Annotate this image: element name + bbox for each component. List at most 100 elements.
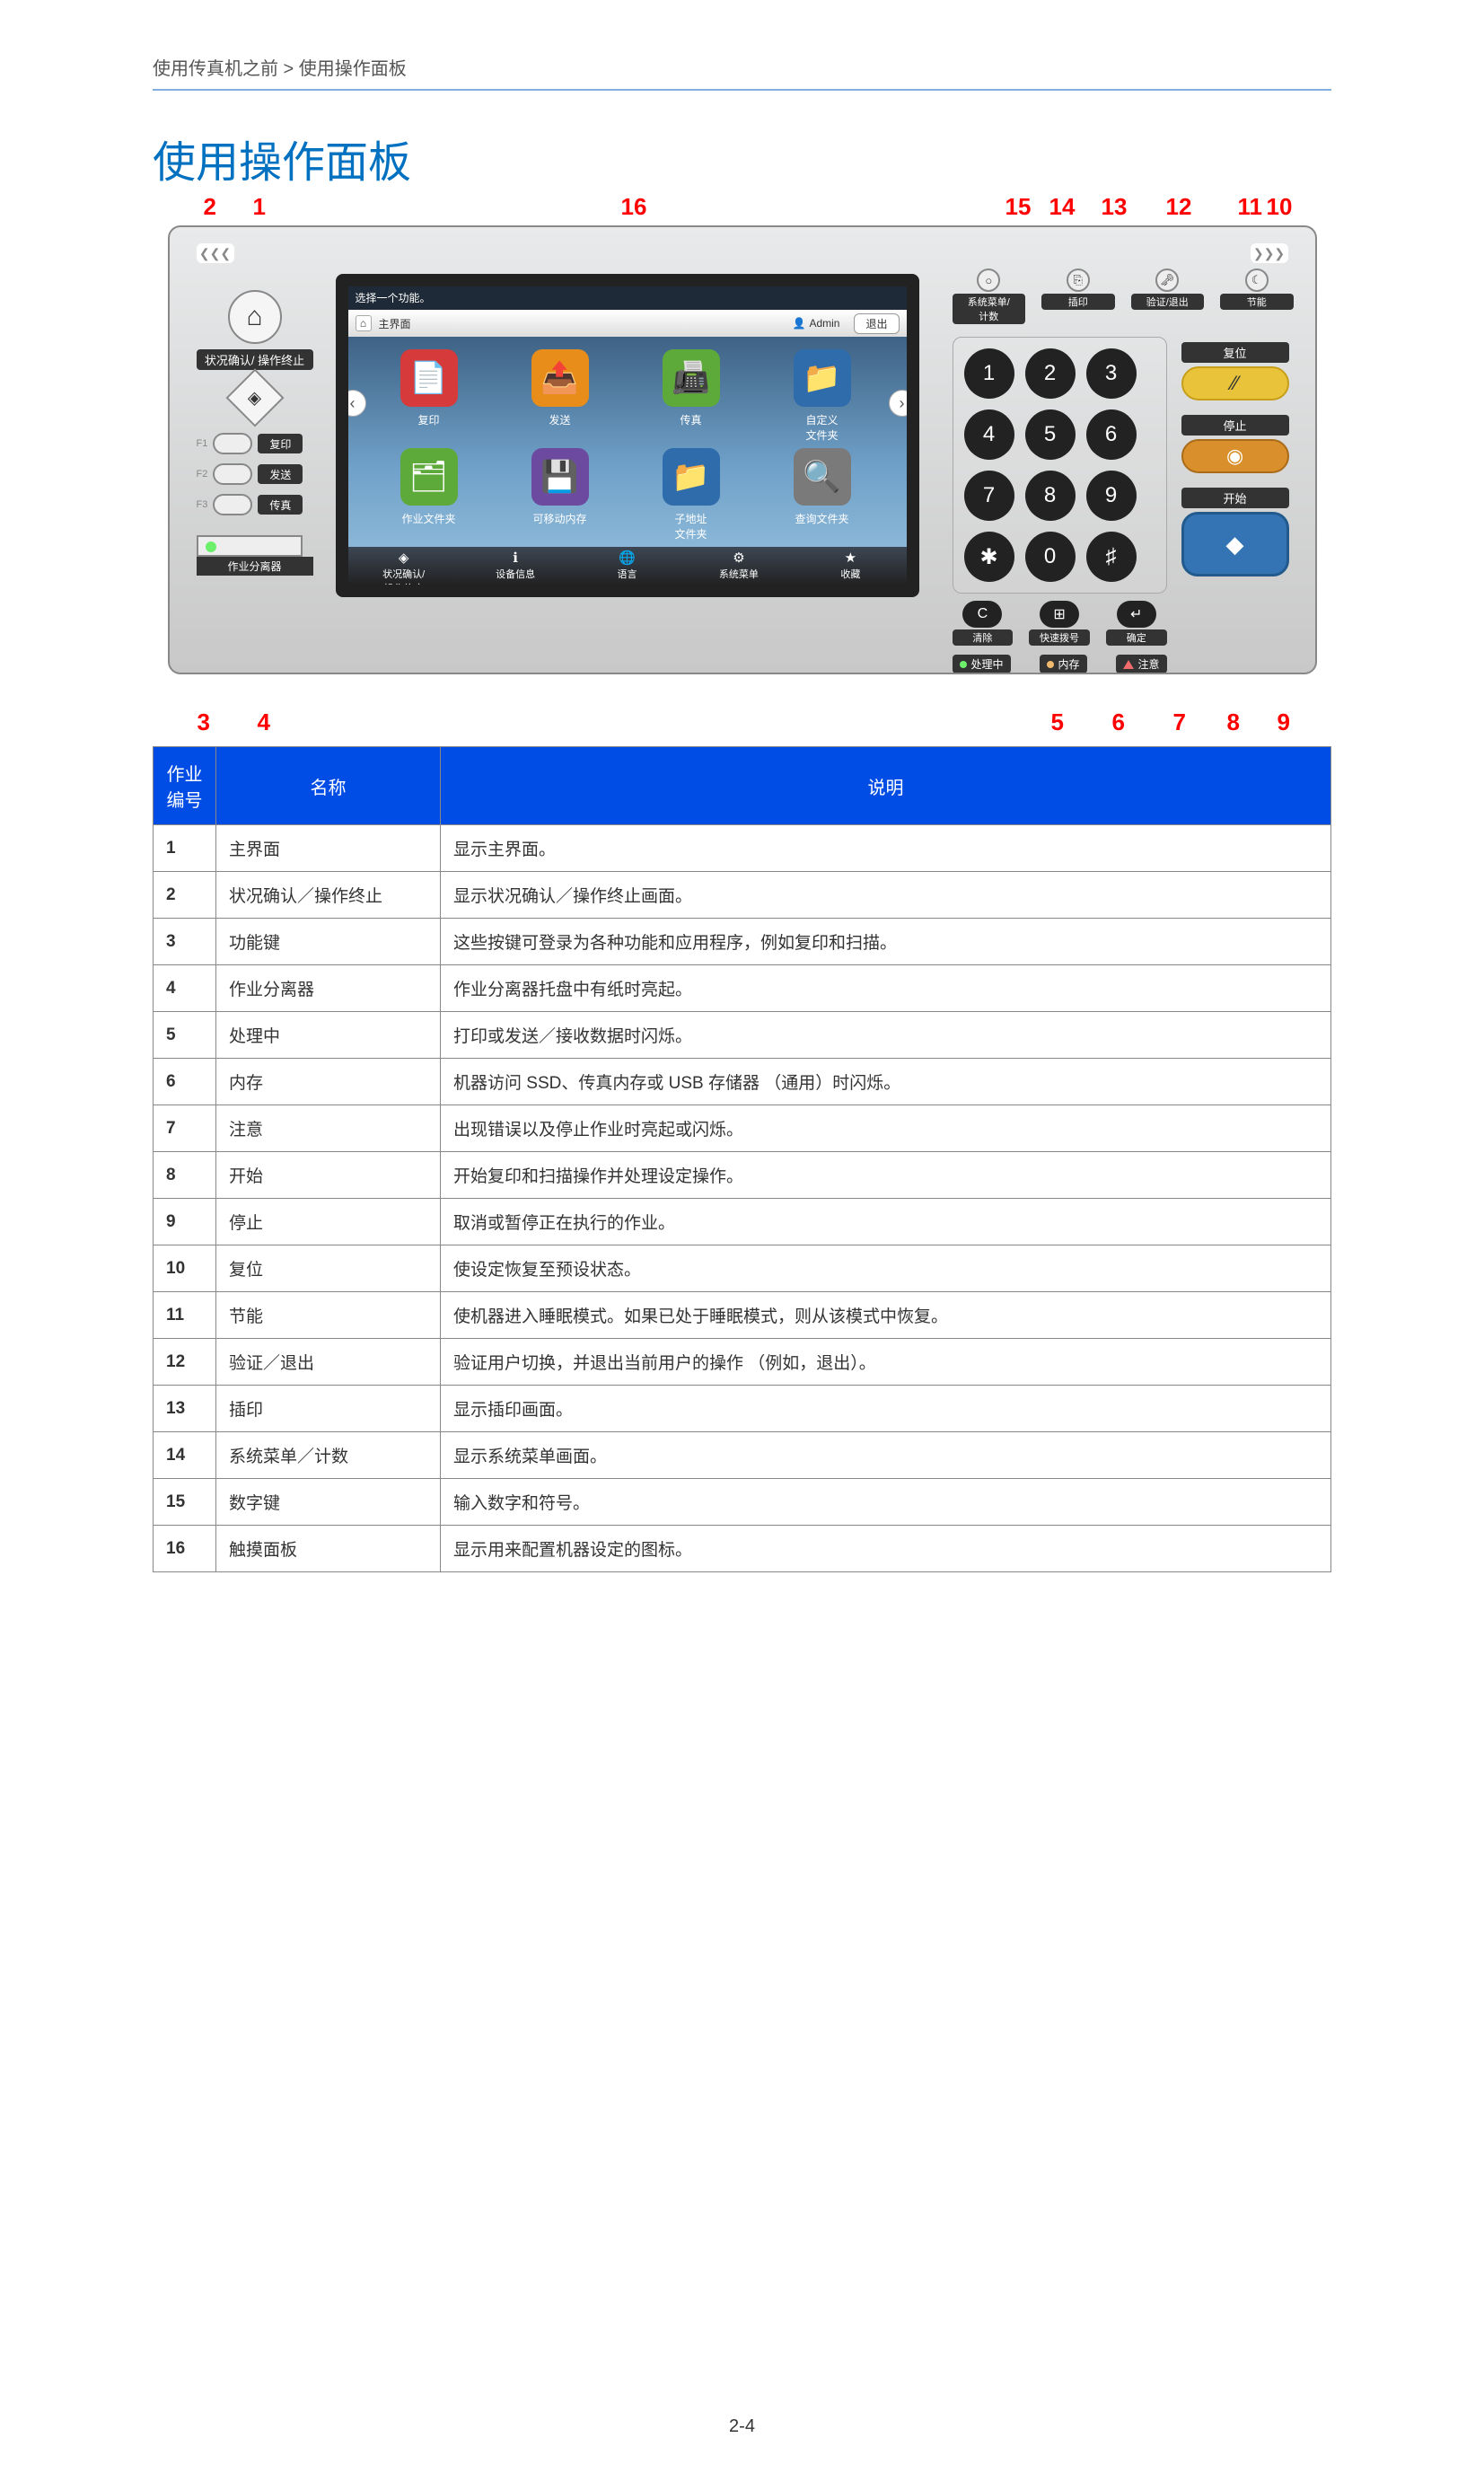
cell-desc: 这些按键可登录为各种功能和应用程序，例如复印和扫描。: [441, 919, 1331, 965]
cell-num: 1: [154, 825, 216, 872]
bottom-item[interactable]: 🌐语言: [571, 547, 682, 585]
bottom-item[interactable]: ℹ设备信息: [460, 547, 571, 585]
key-9[interactable]: 9: [1086, 471, 1137, 521]
app-查询文件夹[interactable]: 🔍查询文件夹: [777, 448, 867, 541]
fn-tag: F1: [197, 438, 208, 449]
app-复印[interactable]: 📄复印: [384, 349, 474, 443]
cell-desc: 输入数字和符号。: [441, 1479, 1331, 1526]
indicator-icon: [1123, 660, 1134, 669]
status-cancel-button[interactable]: ◈: [225, 368, 284, 427]
key-5[interactable]: 5: [1025, 409, 1076, 460]
app-自定义文件夹[interactable]: 📁自定义文件夹: [777, 349, 867, 443]
start-box: 开始 ◆: [1181, 482, 1289, 576]
stop-button[interactable]: ◉: [1181, 439, 1289, 473]
indicator-icon: [960, 661, 967, 668]
th-number: 作业 编号: [154, 747, 216, 825]
cell-num: 7: [154, 1105, 216, 1152]
key-✱[interactable]: ✱: [964, 532, 1014, 582]
cell-name: 内存: [216, 1059, 441, 1105]
key-0[interactable]: 0: [1025, 532, 1076, 582]
table-row: 3 功能键 这些按键可登录为各种功能和应用程序，例如复印和扫描。: [154, 919, 1331, 965]
callout-2: 2: [204, 193, 216, 221]
callout-5: 5: [1051, 708, 1064, 736]
app-icon: 📠: [663, 349, 720, 407]
app-子地址文件夹[interactable]: 📁子地址文件夹: [646, 448, 736, 541]
logout-button[interactable]: 退出: [854, 313, 899, 334]
bottom-item[interactable]: ★收藏: [795, 547, 906, 585]
cell-num: 5: [154, 1012, 216, 1059]
app-icon: 📄: [400, 349, 458, 407]
bottom-item[interactable]: ◈状况确认/操作终止: [348, 547, 460, 585]
page-number: 2-4: [153, 2416, 1331, 2437]
table-row: 2 状况确认／操作终止 显示状况确认／操作终止画面。: [154, 872, 1331, 919]
bottom-item[interactable]: ⚙系统菜单: [683, 547, 795, 585]
key-♯[interactable]: ♯: [1086, 532, 1137, 582]
app-icon: 🔍: [794, 448, 851, 506]
app-icon: 📁: [794, 349, 851, 407]
top-btn[interactable]: ○系统菜单/计数: [953, 268, 1026, 324]
nav-right-icon[interactable]: ›: [889, 390, 916, 417]
cell-num: 4: [154, 965, 216, 1012]
page-title: 使用操作面板: [153, 127, 1331, 189]
key-7[interactable]: 7: [964, 471, 1014, 521]
subkey-button[interactable]: ↵: [1117, 601, 1156, 628]
nav-left-icon[interactable]: ‹: [339, 390, 366, 417]
touch-screen[interactable]: 选择一个功能。 ⌂ 主界面 👤 Admin 退出 ‹ › 📄复印📤发送📠传真📁自…: [336, 274, 919, 597]
cell-num: 8: [154, 1152, 216, 1199]
subkey-button[interactable]: C: [962, 601, 1002, 628]
table-row: 10 复位 使设定恢复至预设状态。: [154, 1245, 1331, 1292]
grip-left-icon: ❮❮❮: [197, 243, 234, 263]
home-button[interactable]: ⌂: [228, 290, 282, 344]
key-4[interactable]: 4: [964, 409, 1014, 460]
cell-num: 16: [154, 1526, 216, 1572]
cell-name: 复位: [216, 1245, 441, 1292]
callout-10: 10: [1267, 193, 1293, 221]
callout-14: 14: [1049, 193, 1076, 221]
start-button[interactable]: ◆: [1181, 512, 1289, 576]
app-label: 发送: [515, 412, 605, 427]
numeric-keypad: 123 456 789 ✱0♯: [953, 337, 1167, 594]
key-1[interactable]: 1: [964, 348, 1014, 399]
breadcrumb: 使用传真机之前 > 使用操作面板: [153, 54, 1331, 91]
cell-name: 停止: [216, 1199, 441, 1245]
key-2[interactable]: 2: [1025, 348, 1076, 399]
top-btn[interactable]: ☾节能: [1220, 268, 1294, 324]
app-可移动内存[interactable]: 💾可移动内存: [515, 448, 605, 541]
stop-label: 停止: [1181, 415, 1289, 436]
cell-desc: 显示用来配置机器设定的图标。: [441, 1526, 1331, 1572]
top-btn-icon: 🗝: [1155, 268, 1179, 292]
screen-prompt: 选择一个功能。: [348, 286, 907, 310]
fn-button[interactable]: [213, 433, 252, 454]
bottom-icon: 🌐: [571, 550, 682, 566]
callout-9: 9: [1278, 708, 1290, 736]
app-作业文件夹[interactable]: 🗂作业文件夹: [384, 448, 474, 541]
cell-name: 作业分离器: [216, 965, 441, 1012]
cell-desc: 作业分离器托盘中有纸时亮起。: [441, 965, 1331, 1012]
cell-desc: 显示状况确认／操作终止画面。: [441, 872, 1331, 919]
app-发送[interactable]: 📤发送: [515, 349, 605, 443]
app-传真[interactable]: 📠传真: [646, 349, 736, 443]
key-8[interactable]: 8: [1025, 471, 1076, 521]
fn-button[interactable]: [213, 463, 252, 485]
cell-name: 功能键: [216, 919, 441, 965]
fn-button[interactable]: [213, 494, 252, 515]
table-row: 5 处理中 打印或发送／接收数据时闪烁。: [154, 1012, 1331, 1059]
top-btn[interactable]: ⎘插印: [1041, 268, 1115, 324]
right-key-area: ○系统菜单/计数⎘插印🗝验证/退出☾节能 123456789✱0♯ C清除⊞快速…: [953, 268, 1294, 673]
key-6[interactable]: 6: [1086, 409, 1137, 460]
bottom-icon: ℹ: [460, 550, 571, 566]
subkey-button[interactable]: ⊞: [1040, 601, 1079, 628]
cell-num: 14: [154, 1432, 216, 1479]
cell-num: 11: [154, 1292, 216, 1339]
top-btn-icon: ⎘: [1067, 268, 1090, 292]
reset-label: 复位: [1181, 342, 1289, 363]
key-3[interactable]: 3: [1086, 348, 1137, 399]
cell-num: 15: [154, 1479, 216, 1526]
home-icon: ⌂: [356, 315, 372, 331]
table-row: 12 验证／退出 验证用户切换，并退出当前用户的操作 （例如，退出）。: [154, 1339, 1331, 1386]
callout-7: 7: [1173, 708, 1186, 736]
cell-desc: 显示系统菜单画面。: [441, 1432, 1331, 1479]
reset-button[interactable]: ⁄⁄: [1181, 366, 1289, 400]
top-btn[interactable]: 🗝验证/退出: [1131, 268, 1205, 324]
left-button-column: ⌂ 状况确认/ 操作终止 ◈ F1 复印F2 发送F3 传真 作业分离器: [197, 290, 313, 576]
